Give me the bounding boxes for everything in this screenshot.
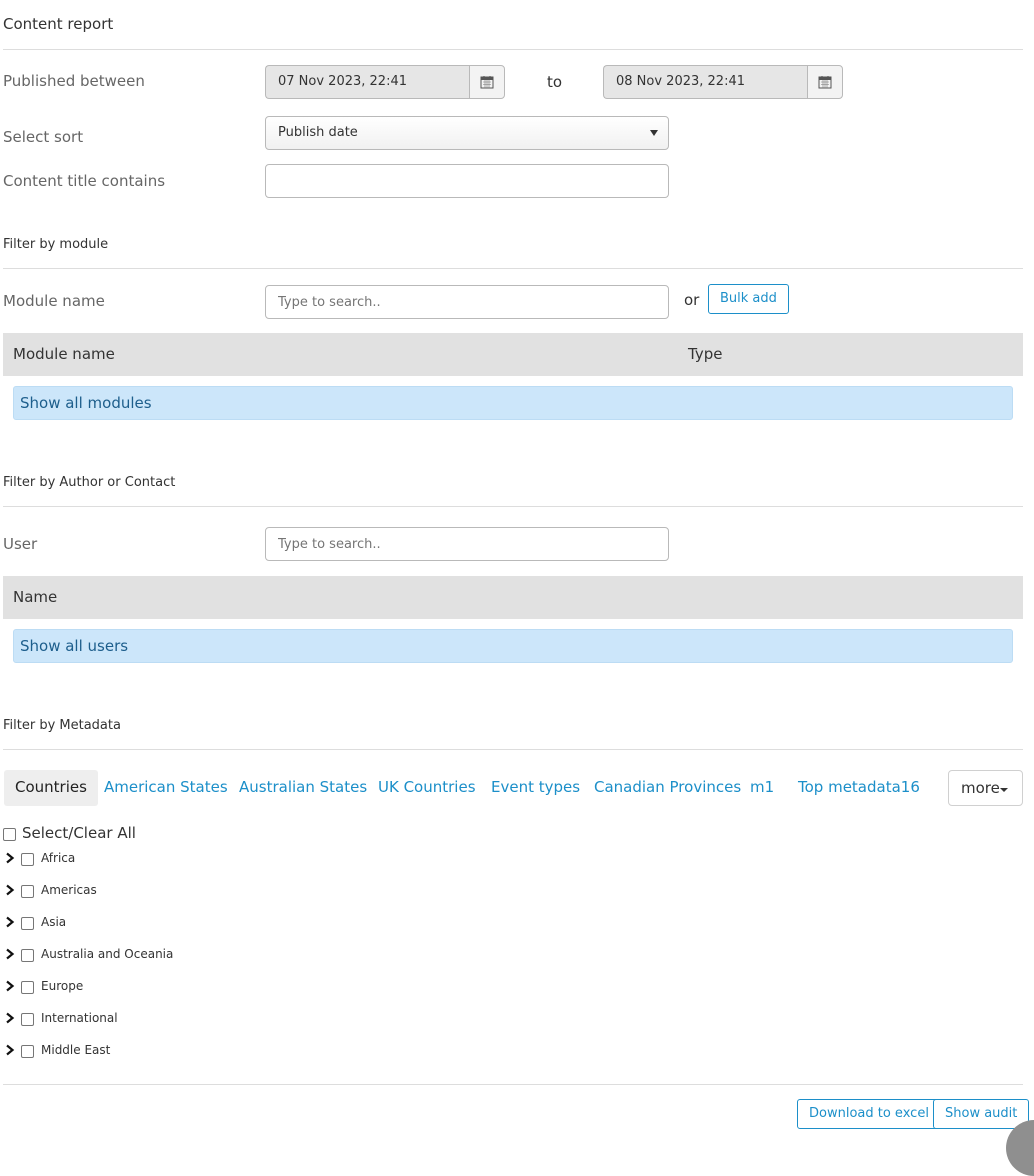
caret-down-icon (1000, 788, 1008, 792)
user-search-input[interactable] (265, 527, 669, 561)
calendar-icon (818, 76, 832, 89)
divider (3, 1084, 1023, 1085)
tree-item-label: Americas (41, 883, 97, 897)
tree-item-label: Australia and Oceania (41, 947, 174, 961)
module-filter-title: Filter by module (3, 237, 109, 252)
metadata-filter-title: Filter by Metadata (3, 718, 121, 733)
select-all-label: Select/Clear All (22, 824, 136, 842)
chevron-right-icon[interactable] (5, 980, 15, 992)
or-label: or (684, 291, 700, 309)
chevron-right-icon[interactable] (5, 1044, 15, 1056)
date-from-calendar-button[interactable] (469, 65, 505, 99)
tree-checkbox[interactable] (21, 917, 34, 930)
chevron-right-icon[interactable] (5, 916, 15, 928)
divider (3, 749, 1023, 750)
divider (3, 49, 1023, 50)
divider (3, 506, 1023, 507)
chevron-right-icon[interactable] (5, 948, 15, 960)
chevron-right-icon[interactable] (5, 884, 15, 896)
chevron-right-icon[interactable] (5, 852, 15, 864)
tree-checkbox[interactable] (21, 853, 34, 866)
show-audit-button[interactable]: Show audit (933, 1099, 1030, 1129)
tab-event-types[interactable]: Event types (480, 770, 591, 806)
divider (3, 268, 1023, 269)
tree-item-label: Europe (41, 979, 84, 993)
tree-checkbox[interactable] (21, 885, 34, 898)
tab-m1[interactable]: m1 (739, 770, 785, 806)
tree-item-label: Middle East (41, 1043, 111, 1057)
show-all-modules-link[interactable]: Show all modules (13, 386, 1013, 420)
bulk-add-button[interactable]: Bulk add (708, 284, 789, 314)
caret-down-icon (650, 130, 658, 136)
module-name-column[interactable]: Module name (13, 345, 115, 363)
module-type-column[interactable]: Type (688, 345, 722, 363)
tree-item-label: International (41, 1011, 118, 1025)
tree-checkbox[interactable] (21, 981, 34, 994)
content-title-input[interactable] (265, 164, 669, 198)
tab-countries[interactable]: Countries (4, 770, 98, 806)
sort-select-value: Publish date (278, 125, 358, 140)
tree-checkbox[interactable] (21, 1045, 34, 1058)
page-title: Content report (3, 15, 114, 33)
date-to-calendar-button[interactable] (807, 65, 843, 99)
tab-australian-states[interactable]: Australian States (228, 770, 378, 806)
user-name-column[interactable]: Name (13, 588, 57, 606)
sort-select[interactable]: Publish date (265, 116, 669, 150)
more-tabs-button[interactable]: more (948, 770, 1023, 806)
tree-checkbox[interactable] (21, 1013, 34, 1026)
chevron-right-icon[interactable] (5, 1012, 15, 1024)
tab-american-states[interactable]: American States (93, 770, 239, 806)
published-between-label: Published between (3, 72, 145, 90)
calendar-icon (480, 76, 494, 89)
select-all-checkbox[interactable] (3, 828, 16, 841)
tab-uk-countries[interactable]: UK Countries (367, 770, 487, 806)
tab-top-metadata16[interactable]: Top metadata16 (787, 770, 931, 806)
module-table-header: Module name Type (3, 333, 1023, 376)
tree-checkbox[interactable] (21, 949, 34, 962)
download-excel-button[interactable]: Download to excel (797, 1099, 941, 1129)
select-sort-label: Select sort (3, 128, 84, 146)
user-table-header: Name (3, 576, 1023, 619)
tree-item-label: Asia (41, 915, 67, 929)
date-from-input[interactable]: 07 Nov 2023, 22:41 (265, 65, 471, 99)
content-title-label: Content title contains (3, 172, 166, 190)
tab-canadian-provinces[interactable]: Canadian Provinces (583, 770, 752, 806)
module-search-input[interactable] (265, 285, 669, 319)
more-tabs-label: more (961, 779, 1000, 797)
show-all-users-link[interactable]: Show all users (13, 629, 1013, 663)
tree-item-label: Africa (41, 851, 76, 865)
user-label: User (3, 535, 38, 553)
author-filter-title: Filter by Author or Contact (3, 475, 176, 490)
date-range-to-label: to (547, 73, 563, 91)
date-to-input[interactable]: 08 Nov 2023, 22:41 (603, 65, 809, 99)
module-name-label: Module name (3, 292, 105, 310)
